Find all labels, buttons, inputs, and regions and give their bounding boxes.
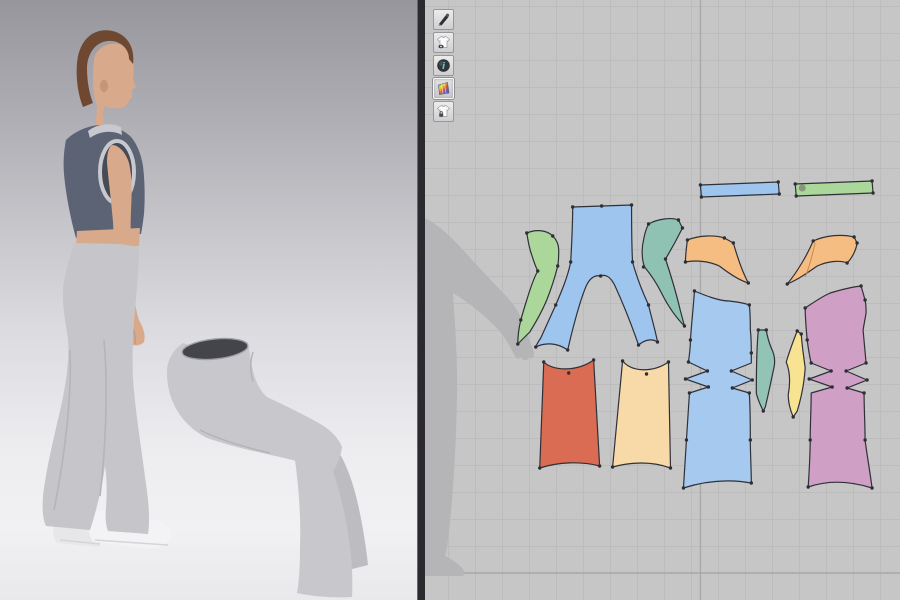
draped-hip-thigh <box>167 342 342 470</box>
2d-pattern-window[interactable]: i <box>425 0 900 600</box>
piece-cuff-right[interactable] <box>613 361 671 468</box>
info-sphere-icon: i <box>436 58 451 73</box>
piece-front-leg-left[interactable] <box>683 291 752 488</box>
piece-waistband-back[interactable] <box>795 181 873 196</box>
avatar-ghost-silhouette <box>425 218 534 576</box>
avatar-ear <box>100 80 108 92</box>
panel-divider[interactable] <box>417 0 425 600</box>
textured-surface-button[interactable] <box>433 78 454 99</box>
pen-tool-icon <box>436 12 451 27</box>
3d-viewport[interactable] <box>0 0 417 600</box>
piece-front-leg-right[interactable] <box>805 286 872 488</box>
fabric-swatch-icon <box>436 81 451 96</box>
3d-scene <box>0 0 417 600</box>
lock-patterns-button[interactable] <box>433 101 454 122</box>
pattern-window-toolbar: i <box>433 9 454 122</box>
avatar-pants <box>43 243 149 534</box>
pattern-canvas <box>425 0 900 600</box>
piece-gusset-yellow[interactable] <box>786 331 805 417</box>
piece-yoke-right[interactable] <box>787 235 857 284</box>
shirt-lock-icon <box>436 104 451 119</box>
grain-marker-dot <box>799 185 806 192</box>
avatar-display-button[interactable]: i <box>433 55 454 76</box>
piece-waistband-front[interactable] <box>700 182 779 197</box>
show-garment-button[interactable] <box>433 32 454 53</box>
pattern-pieces[interactable] <box>518 181 873 488</box>
shirt-eye-icon <box>436 35 451 50</box>
piece-cuff-left[interactable] <box>540 360 600 468</box>
pen-tool-button[interactable] <box>433 9 454 30</box>
avatar-standing <box>43 30 172 548</box>
draped-pants-garment[interactable] <box>167 336 368 598</box>
garment-design-app: i <box>0 0 900 600</box>
piece-gusset-teal[interactable] <box>756 330 774 411</box>
piece-yoke-left[interactable] <box>685 236 748 283</box>
